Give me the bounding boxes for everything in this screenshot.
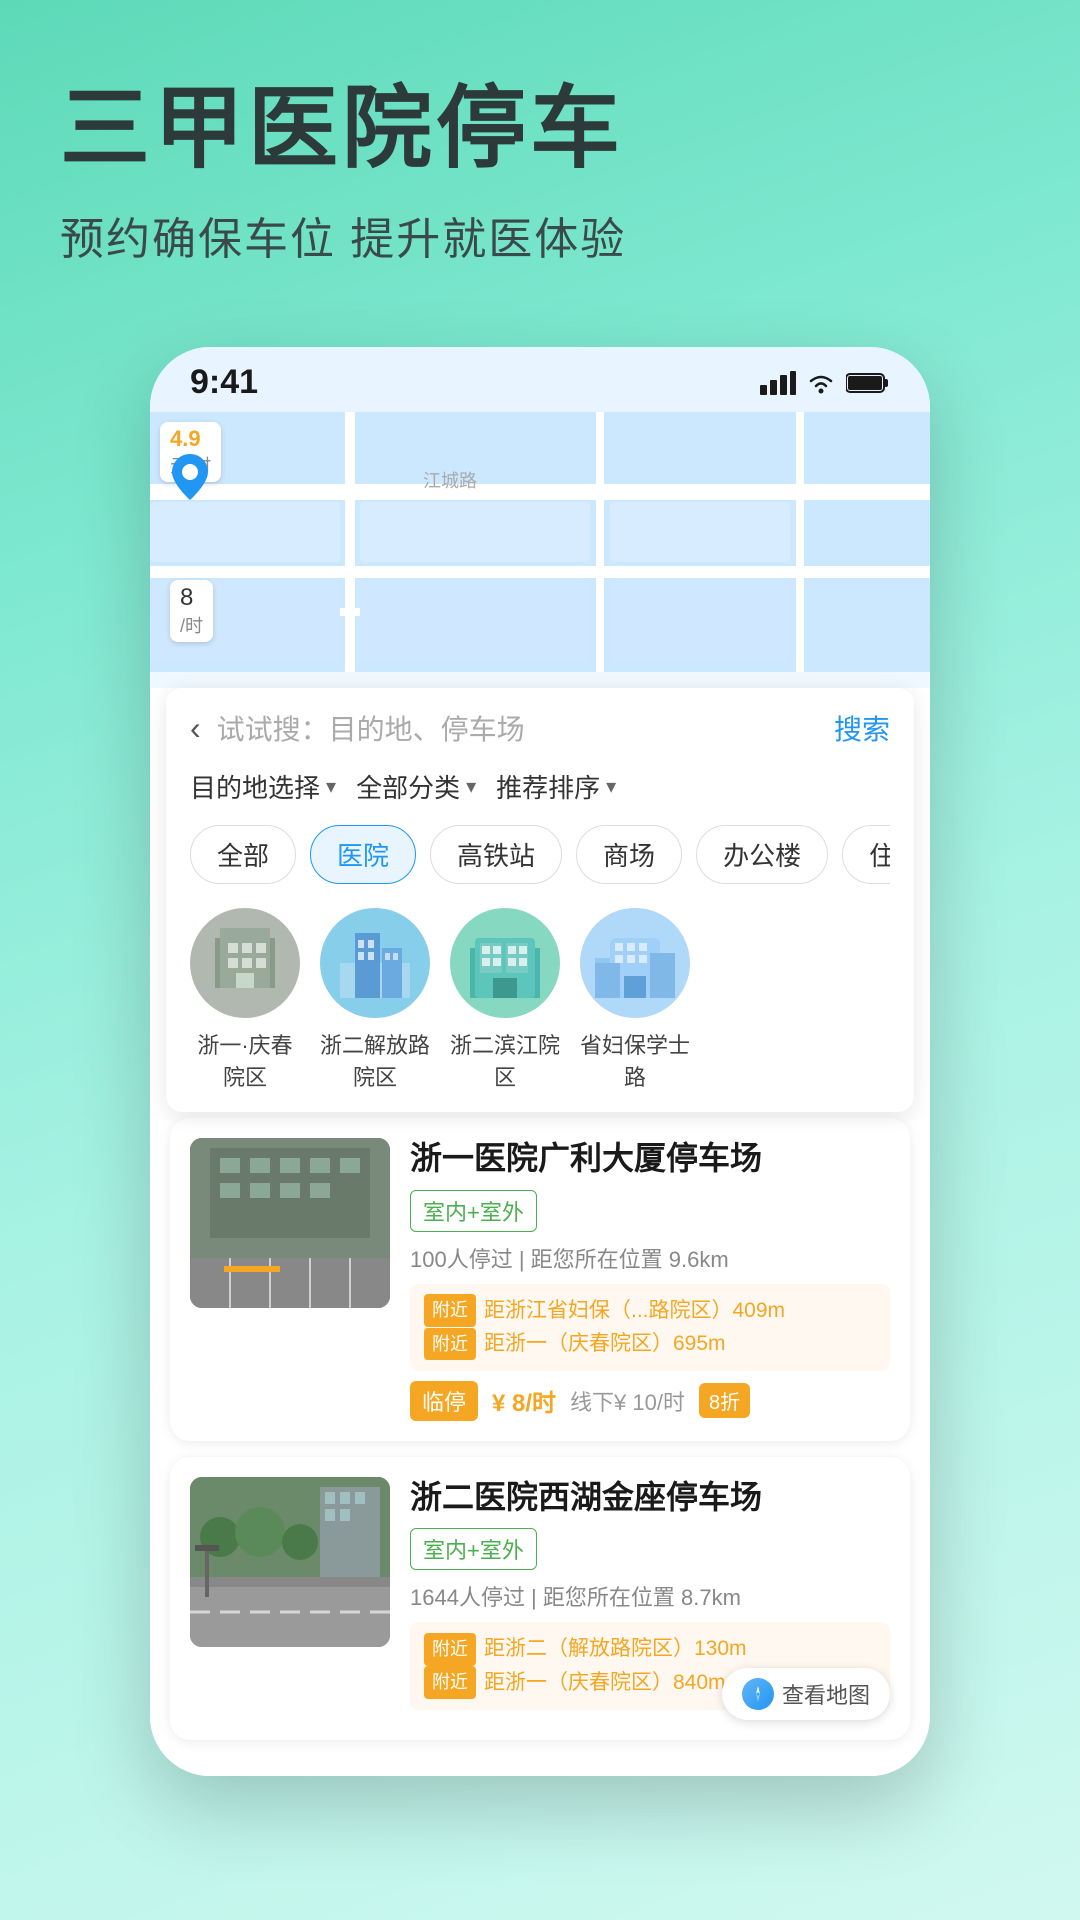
nearby-row-1b: 附近 距浙一（庆春院区）695m [424,1327,876,1361]
nearby-badge-1: 附近 [424,1294,476,1327]
page-header: 三甲医院停车 预约确保车位 提升就医体验 [0,0,1080,307]
map-nav-label: 查看地图 [782,1678,870,1710]
parking-name-1: 浙一医院广利大厦停车场 [410,1138,890,1180]
battery-icon [846,371,890,395]
parking-card-1[interactable]: 浙一医院广利大厦停车场 室内+室外 100人停过 | 距您所在位置 9.6km … [170,1118,910,1441]
status-icons [760,371,890,395]
parking-card-inner-1: 浙一医院广利大厦停车场 室内+室外 100人停过 | 距您所在位置 9.6km … [170,1118,910,1441]
signal-icon [760,371,796,395]
hospital-item-1[interactable]: 浙一·庆春院区 [190,908,300,1092]
hospital-item-2[interactable]: 浙二解放路院区 [320,908,430,1092]
parking-name-2: 浙二医院西湖金座停车场 [410,1477,890,1519]
compass-icon [742,1678,774,1710]
nearby-row-1a: 附近 距浙江省妇保（...路院区）409m [424,1294,876,1328]
hospital-avatar-2 [320,908,430,1018]
category-filter[interactable]: 全部分类 ▾ [356,768,476,805]
tab-mall[interactable]: 商场 [576,825,682,884]
price-row-1: 临停 ¥ 8/时 线下¥ 10/时 8折 [410,1381,890,1421]
hospital-icons-row: 浙一·庆春院区 [190,908,890,1092]
discount-1: 8折 [699,1383,750,1418]
parking-img-1 [190,1138,390,1308]
hospital-avatar-3 [450,908,560,1018]
status-bar: 9:41 [150,347,930,412]
filter-row: 目的地选择 ▾ 全部分类 ▾ 推荐排序 ▾ [190,768,890,805]
nearby-badge-1b: 附近 [424,1328,476,1361]
nearby-info-1: 附近 距浙江省妇保（...路院区）409m 附近 距浙一（庆春院区）695m [410,1284,890,1371]
price-tag-2: 8 /时 [170,580,213,642]
phone-mockup-wrapper: 9:41 [0,307,1080,1776]
search-panel: ‹ 试试搜：目的地、停车场 搜索 目的地选择 ▾ 全部分类 ▾ [166,688,914,1112]
nearby-row-2a: 附近 距浙二（解放路院区）130m [424,1632,876,1666]
price-1: ¥ 8/时 [492,1383,556,1418]
sort-filter[interactable]: 推荐排序 ▾ [496,768,616,805]
hospital-item-3[interactable]: 浙二滨江院区 [450,908,560,1092]
parking-meta-2: 1644人停过 | 距您所在位置 8.7km [410,1580,890,1612]
back-button[interactable]: ‹ [190,710,201,747]
map-area: 江城路 4.9 元/时 8 /时 [150,412,930,672]
hospital-name-2: 浙二解放路院区 [320,1028,430,1092]
hospital-name-1: 浙一·庆春院区 [190,1028,300,1092]
search-button[interactable]: 搜索 [834,708,890,748]
location-marker [170,452,210,507]
nearby-badge-2a: 附近 [424,1633,476,1666]
tab-office[interactable]: 办公楼 [696,825,828,884]
search-bar: ‹ 试试搜：目的地、停车场 搜索 [190,708,890,748]
status-time: 9:41 [190,363,258,402]
filter-arrow-2: ▾ [466,774,476,799]
page-container: 三甲医院停车 预约确保车位 提升就医体验 9:41 [0,0,1080,1920]
parking-meta-1: 100人停过 | 距您所在位置 9.6km [410,1242,890,1274]
indoor-tag-1: 室内+室外 [410,1190,537,1232]
search-input[interactable]: 试试搜：目的地、停车场 [217,708,818,748]
parking-img-2 [190,1477,390,1647]
hospital-name-4: 省妇保学士路 [580,1028,690,1092]
sub-title: 预约确保车位 提升就医体验 [60,203,1020,267]
phone-mockup: 9:41 [150,347,930,1776]
nearby-badge-2b: 附近 [424,1666,476,1699]
tab-all[interactable]: 全部 [190,825,296,884]
parking-info-1: 浙一医院广利大厦停车场 室内+室外 100人停过 | 距您所在位置 9.6km … [410,1138,890,1421]
filter-arrow-1: ▾ [326,774,336,799]
hospital-avatar-4 [580,908,690,1018]
hospital-name-3: 浙二滨江院区 [450,1028,560,1092]
hospital-avatar-1 [190,908,300,1018]
parking-card-2[interactable]: 浙二医院西湖金座停车场 室内+室外 1644人停过 | 距您所在位置 8.7km… [170,1457,910,1740]
map-background: 江城路 [150,412,930,672]
category-tabs: 全部 医院 高铁站 商场 办公楼 住 [190,825,890,884]
tab-hospital[interactable]: 医院 [310,825,416,884]
main-title: 三甲医院停车 [60,80,1020,179]
tag-row-1: 室内+室外 [410,1190,890,1232]
tab-residence[interactable]: 住 [842,825,890,884]
parking-list: 浙一医院广利大厦停车场 室内+室外 100人停过 | 距您所在位置 9.6km … [150,1118,930,1776]
filter-arrow-3: ▾ [606,774,616,799]
map-nav-button[interactable]: 查看地图 [722,1668,890,1720]
svg-text:江城路: 江城路 [423,471,477,491]
tab-railway[interactable]: 高铁站 [430,825,562,884]
hospital-item-4[interactable]: 省妇保学士路 [580,908,690,1092]
indoor-tag-2: 室内+室外 [410,1528,537,1570]
destination-filter[interactable]: 目的地选择 ▾ [190,768,336,805]
wifi-icon [806,371,836,395]
temp-park-1: 临停 [410,1381,478,1421]
tag-row-2: 室内+室外 [410,1528,890,1570]
price-offline-1: 线下¥ 10/时 [570,1385,685,1417]
